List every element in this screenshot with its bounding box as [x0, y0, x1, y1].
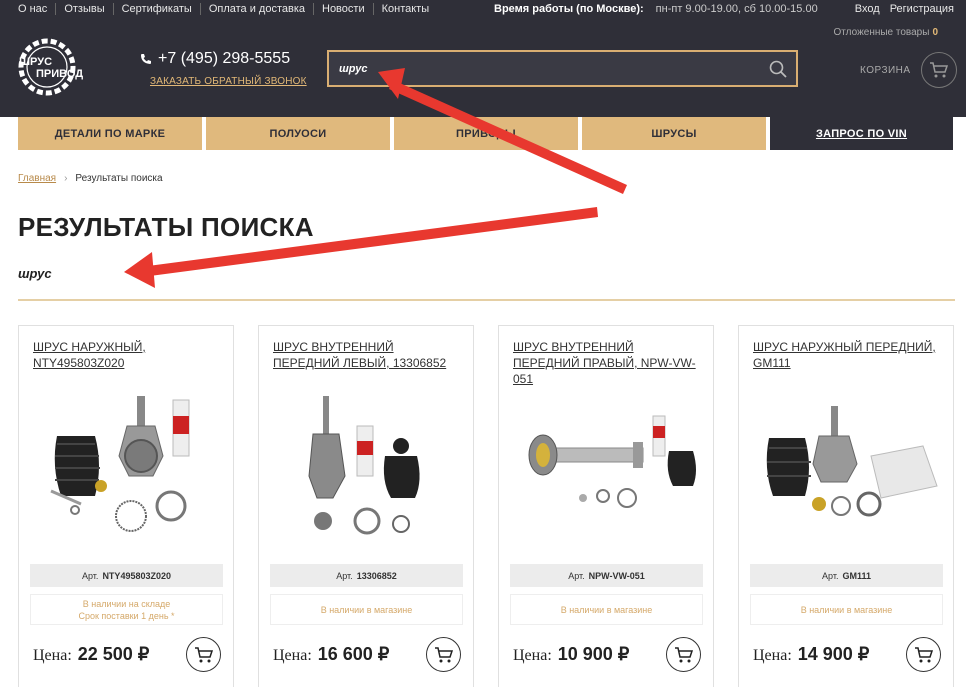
auth-links: Вход Регистрация — [855, 3, 954, 15]
stock-line: В наличии на складе — [82, 598, 171, 609]
stock-line: В наличии в магазине — [800, 604, 893, 615]
phone-number[interactable]: +7 (495) 298-5555 — [140, 50, 307, 68]
product-price: Цена: 22 500 ₽ — [33, 644, 149, 665]
tab-parts-by-brand[interactable]: ДЕТАЛИ ПО МАРКЕ — [18, 117, 202, 150]
product-image[interactable] — [33, 386, 223, 561]
product-card: ШРУС ВНУТРЕННИЙ ПЕРЕДНИЙ ПРАВЫЙ, NPW-VW-… — [498, 325, 714, 687]
add-to-cart-button[interactable] — [666, 637, 701, 672]
work-hours: Время работы (по Москве): пн-пт 9.00-19.… — [494, 3, 818, 15]
article-number: NTY495803Z020 — [102, 570, 171, 581]
link-contacts[interactable]: Контакты — [372, 3, 438, 15]
search-query: шрус — [18, 266, 52, 281]
cart-icon — [434, 646, 453, 662]
product-name-link[interactable]: ШРУС ВНУТРЕННИЙ ПЕРЕДНИЙ ПРАВЫЙ, NPW-VW-… — [513, 339, 703, 387]
tab-half-shafts[interactable]: ПОЛУОСИ — [206, 117, 390, 150]
product-article: Арт. 13306852 — [270, 564, 463, 587]
top-navigation: О нас Отзывы Сертификаты Оплата и достав… — [0, 0, 966, 18]
link-reviews[interactable]: Отзывы — [55, 3, 112, 15]
product-stock-status: В наличии в магазине — [510, 594, 703, 625]
product-card: ШРУС НАРУЖНЫЙ, NTY495803Z020 Арт. NTY4958… — [18, 325, 234, 687]
price-label: Цена: — [33, 647, 72, 664]
price-value: 16 600 ₽ — [317, 644, 390, 664]
divider — [18, 299, 955, 301]
search-icon[interactable] — [768, 59, 788, 79]
article-label: Арт. — [82, 570, 99, 581]
register-link[interactable]: Регистрация — [890, 3, 954, 15]
article-number: GM111 — [842, 570, 871, 581]
product-name-link[interactable]: ШРУС НАРУЖНЫЙ, NTY495803Z020 — [33, 339, 223, 371]
tab-vin-request[interactable]: ЗАПРОС ПО VIN — [770, 117, 953, 150]
price-label: Цена: — [273, 647, 312, 664]
cart-icon — [914, 646, 933, 662]
product-card: ШРУС НАРУЖНЫЙ ПЕРЕДНИЙ, GM111 Арт. GM111 … — [738, 325, 954, 687]
link-about[interactable]: О нас — [18, 3, 55, 15]
stock-line: В наличии в магазине — [320, 604, 413, 615]
article-label: Арт. — [568, 570, 585, 581]
article-number: 13306852 — [356, 570, 397, 581]
category-navigation: ДЕТАЛИ ПО МАРКЕ ПОЛУОСИ ПРИВОДЫ ШРУСЫ ЗА… — [18, 117, 953, 150]
product-stock-status: В наличии на складе Срок поставки 1 день… — [30, 594, 223, 625]
add-to-cart-button[interactable] — [186, 637, 221, 672]
article-label: Арт. — [822, 570, 839, 581]
contact-block: +7 (495) 298-5555 ЗАКАЗАТЬ ОБРАТНЫЙ ЗВОН… — [140, 50, 307, 87]
breadcrumb-current: Результаты поиска — [75, 173, 163, 184]
product-price: Цена: 14 900 ₽ — [753, 644, 869, 665]
product-image[interactable] — [513, 386, 703, 561]
breadcrumb-separator-icon: › — [64, 173, 68, 184]
login-link[interactable]: Вход — [855, 3, 880, 15]
price-value: 14 900 ₽ — [797, 644, 870, 664]
add-to-cart-button[interactable] — [906, 637, 941, 672]
cart-icon — [674, 646, 693, 662]
link-payment-delivery[interactable]: Оплата и доставка — [199, 3, 313, 15]
cart-button[interactable] — [920, 52, 957, 88]
product-stock-status: В наличии в магазине — [270, 594, 463, 625]
link-certificates[interactable]: Сертификаты — [112, 3, 200, 15]
site-logo[interactable]: ШРУС ПРИВОД — [16, 36, 104, 98]
product-image[interactable] — [753, 386, 943, 561]
product-image[interactable] — [273, 386, 463, 561]
page-title: РЕЗУЛЬТАТЫ ПОИСКА — [18, 212, 314, 242]
article-label: Арт. — [336, 570, 353, 581]
add-to-cart-button[interactable] — [426, 637, 461, 672]
product-price: Цена: 10 900 ₽ — [513, 644, 629, 665]
product-article: Арт. NPW-VW-051 — [510, 564, 703, 587]
product-card: ШРУС ВНУТРЕННИЙ ПЕРЕДНИЙ ЛЕВЫЙ, 13306852… — [258, 325, 474, 687]
work-hours-value: пн-пт 9.00-19.00, сб 10.00-15.00 — [655, 3, 818, 15]
logo-text-line2: ПРИВОД — [36, 68, 83, 80]
tab-drives[interactable]: ПРИВОДЫ — [394, 117, 578, 150]
breadcrumb-home[interactable]: Главная — [18, 173, 56, 184]
callback-link[interactable]: ЗАКАЗАТЬ ОБРАТНЫЙ ЗВОНОК — [150, 76, 307, 87]
deferred-items-count: 0 — [932, 27, 938, 38]
deferred-items-link[interactable]: Отложенные товары 0 — [834, 27, 938, 38]
product-article: Арт. GM111 — [750, 564, 943, 587]
cart-icon — [929, 62, 948, 78]
price-value: 22 500 ₽ — [77, 644, 150, 664]
product-stock-status: В наличии в магазине — [750, 594, 943, 625]
cart-icon — [194, 646, 213, 662]
header-cart[interactable]: КОРЗИНА — [860, 52, 957, 88]
article-number: NPW-VW-051 — [588, 570, 645, 581]
phone-icon — [141, 54, 151, 64]
price-label: Цена: — [513, 647, 552, 664]
breadcrumb: Главная › Результаты поиска — [18, 173, 163, 184]
stock-line: В наличии в магазине — [560, 604, 653, 615]
phone-text: +7 (495) 298-5555 — [158, 50, 291, 67]
product-name-link[interactable]: ШРУС ВНУТРЕННИЙ ПЕРЕДНИЙ ЛЕВЫЙ, 13306852 — [273, 339, 463, 371]
link-news[interactable]: Новости — [313, 3, 373, 15]
top-links: О нас Отзывы Сертификаты Оплата и достав… — [18, 3, 437, 15]
logo-text-line1: ШРУС — [19, 56, 52, 68]
product-price: Цена: 16 600 ₽ — [273, 644, 389, 665]
deferred-items-label: Отложенные товары — [833, 27, 930, 38]
price-value: 10 900 ₽ — [557, 644, 630, 664]
site-header: О нас Отзывы Сертификаты Оплата и достав… — [0, 0, 966, 117]
product-article: Арт. NTY495803Z020 — [30, 564, 223, 587]
price-label: Цена: — [753, 647, 792, 664]
cart-label: КОРЗИНА — [860, 64, 911, 76]
search-box — [327, 50, 798, 87]
delivery-line: Срок поставки 1 день * — [78, 610, 175, 621]
tab-cv-joints[interactable]: ШРУСЫ — [582, 117, 766, 150]
product-name-link[interactable]: ШРУС НАРУЖНЫЙ ПЕРЕДНИЙ, GM111 — [753, 339, 943, 371]
search-input[interactable] — [339, 61, 739, 77]
work-hours-label: Время работы (по Москве): — [494, 3, 644, 15]
